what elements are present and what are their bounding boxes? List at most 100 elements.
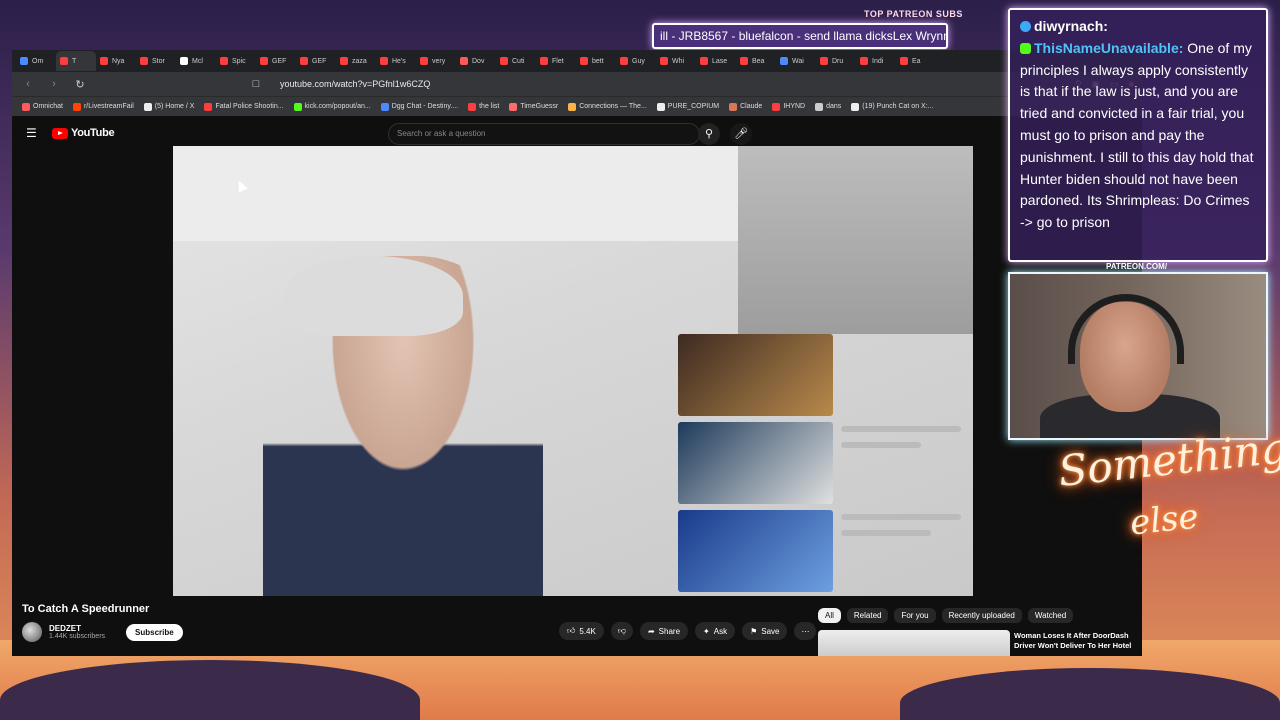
filter-chip[interactable]: For you — [894, 608, 936, 623]
channel-name[interactable]: DEDZET — [49, 624, 105, 633]
filter-chip[interactable]: Related — [846, 608, 889, 623]
search-input[interactable]: Search or ask a question — [388, 123, 700, 145]
browser-tab[interactable]: bett — [576, 51, 616, 71]
bookmark-item[interactable]: Fatal Police Shootin... — [204, 102, 284, 111]
bookmark-item[interactable]: TimeGuessr — [509, 102, 558, 111]
video-thumbnail — [678, 334, 833, 416]
browser-tab[interactable]: Indi — [856, 51, 896, 71]
mic-icon[interactable]: 🎤︎ — [730, 123, 752, 145]
bookmark-item[interactable]: IHYND — [772, 102, 806, 111]
bookmark-item[interactable]: (19) Punch Cat on X:... — [851, 102, 933, 111]
browser-tab[interactable]: Stor — [136, 51, 176, 71]
save-button[interactable]: ⚑ Save — [742, 622, 788, 640]
browser-tab[interactable]: zaza — [336, 51, 376, 71]
chat-username: diwyrnach: — [1034, 18, 1108, 34]
youtube-play-icon — [52, 127, 68, 139]
bookmark-favicon-icon — [72, 102, 81, 111]
chat-badge-icon — [1020, 21, 1031, 32]
bookmark-item[interactable]: Dgg Chat - Destiny.... — [380, 102, 459, 111]
browser-tab[interactable]: Lase — [696, 51, 736, 71]
bookmark-item[interactable]: (5) Home / X — [143, 102, 194, 111]
browser-tab[interactable]: Ea — [896, 51, 936, 71]
share-button[interactable]: ➦ Share — [639, 622, 689, 640]
tab-label: Dov — [472, 57, 485, 65]
tab-favicon-icon — [740, 57, 748, 65]
recommended-video-thumbnail[interactable] — [818, 630, 1010, 656]
like-button[interactable]: 👍︎ 5.4K — [559, 622, 604, 640]
hamburger-menu-icon[interactable]: ☰ — [26, 126, 42, 140]
video-list-text — [841, 530, 931, 536]
chat-message: One of my principles I always apply cons… — [1020, 39, 1254, 231]
url-field[interactable]: youtube.com/watch?v=PGfnl1w6CZQ — [280, 79, 430, 89]
bookmark-label: PURE_COPIUM — [667, 103, 720, 110]
bookmark-item[interactable]: r/LivestreamFail — [72, 102, 134, 111]
browser-tab[interactable]: Guy — [616, 51, 656, 71]
bookmark-favicon-icon — [143, 102, 152, 111]
tab-favicon-icon — [500, 57, 508, 65]
forward-icon[interactable]: › — [46, 78, 62, 90]
browser-tab[interactable]: Bea — [736, 51, 776, 71]
filter-chip[interactable]: Watched — [1027, 608, 1074, 623]
browser-tab[interactable]: Nya — [96, 51, 136, 71]
tab-favicon-icon — [660, 57, 668, 65]
browser-tab[interactable]: GEF — [296, 51, 336, 71]
browser-tab[interactable]: GEF — [256, 51, 296, 71]
browser-tab[interactable]: He's — [376, 51, 416, 71]
bookmark-label: Fatal Police Shootin... — [215, 103, 284, 110]
browser-tab[interactable]: Om — [16, 51, 56, 71]
subscribe-button[interactable]: Subscribe — [126, 623, 183, 641]
youtube-logo[interactable]: YouTube — [52, 127, 115, 139]
browser-tab[interactable]: Wai — [776, 51, 816, 71]
bookmark-label: Dgg Chat - Destiny.... — [391, 103, 459, 110]
bookmark-label: the list — [479, 103, 500, 110]
video-player[interactable] — [173, 146, 973, 596]
browser-tab[interactable]: Dov — [456, 51, 496, 71]
bookmark-item[interactable]: Omnichat — [22, 102, 63, 111]
tab-favicon-icon — [540, 57, 548, 65]
bookmark-item[interactable]: PURE_COPIUM — [656, 102, 720, 111]
browser-tab[interactable]: Flet — [536, 51, 576, 71]
recommended-video-title[interactable]: Woman Loses It After DoorDash Driver Won… — [1014, 631, 1134, 651]
tab-label: Ea — [912, 57, 921, 65]
bookmark-label: dans — [826, 103, 842, 110]
browser-tab[interactable]: very — [416, 51, 456, 71]
ask-button[interactable]: ✦ Ask — [695, 622, 736, 640]
bookmark-item[interactable]: Claude — [729, 102, 762, 111]
browser-tab[interactable]: Spic — [216, 51, 256, 71]
more-options-icon[interactable]: ⋯ — [794, 622, 817, 640]
back-icon[interactable]: ‹ — [20, 78, 36, 90]
tab-label: Flet — [552, 57, 564, 65]
reload-icon[interactable]: ↻ — [72, 78, 88, 91]
tab-favicon-icon — [260, 57, 268, 65]
sparkle-icon: ✦ — [703, 626, 710, 636]
filter-chip[interactable]: All — [818, 608, 841, 623]
ask-label: Ask — [713, 626, 728, 636]
bookmark-item[interactable]: kick.com/popout/an... — [293, 102, 371, 111]
tab-favicon-icon — [340, 57, 348, 65]
filter-chip[interactable]: Recently uploaded — [941, 608, 1022, 623]
tab-favicon-icon — [460, 57, 468, 65]
tab-label: Wai — [792, 57, 804, 65]
bookmark-icon[interactable]: □ — [248, 78, 264, 90]
bookmark-label: kick.com/popout/an... — [304, 103, 371, 110]
video-inset-frame — [738, 146, 973, 334]
dislike-button[interactable]: 👎︎ — [610, 622, 633, 640]
browser-tab[interactable]: Mcl — [176, 51, 216, 71]
channel-info: DEDZET 1.44K subscribers Subscribe — [22, 622, 183, 642]
thumbs-up-icon: 👍︎ — [567, 626, 576, 635]
search-icon[interactable]: ⚲ — [698, 123, 720, 145]
browser-tab[interactable]: Whi — [656, 51, 696, 71]
video-thumbnail — [678, 422, 833, 504]
tab-label: Nya — [112, 57, 125, 65]
bookmark-item[interactable]: the list — [468, 102, 500, 111]
browser-tab[interactable]: Dru — [816, 51, 856, 71]
tab-favicon-icon — [700, 57, 708, 65]
browser-tab[interactable]: Cuti — [496, 51, 536, 71]
bookmark-favicon-icon — [204, 102, 213, 111]
channel-avatar[interactable] — [22, 622, 42, 642]
bookmark-label: IHYND — [783, 103, 806, 110]
bookmark-item[interactable]: dans — [815, 102, 842, 111]
bookmark-item[interactable]: Connections — The... — [568, 102, 647, 111]
browser-tab[interactable]: T — [56, 51, 96, 71]
tab-label: GEF — [272, 57, 287, 65]
